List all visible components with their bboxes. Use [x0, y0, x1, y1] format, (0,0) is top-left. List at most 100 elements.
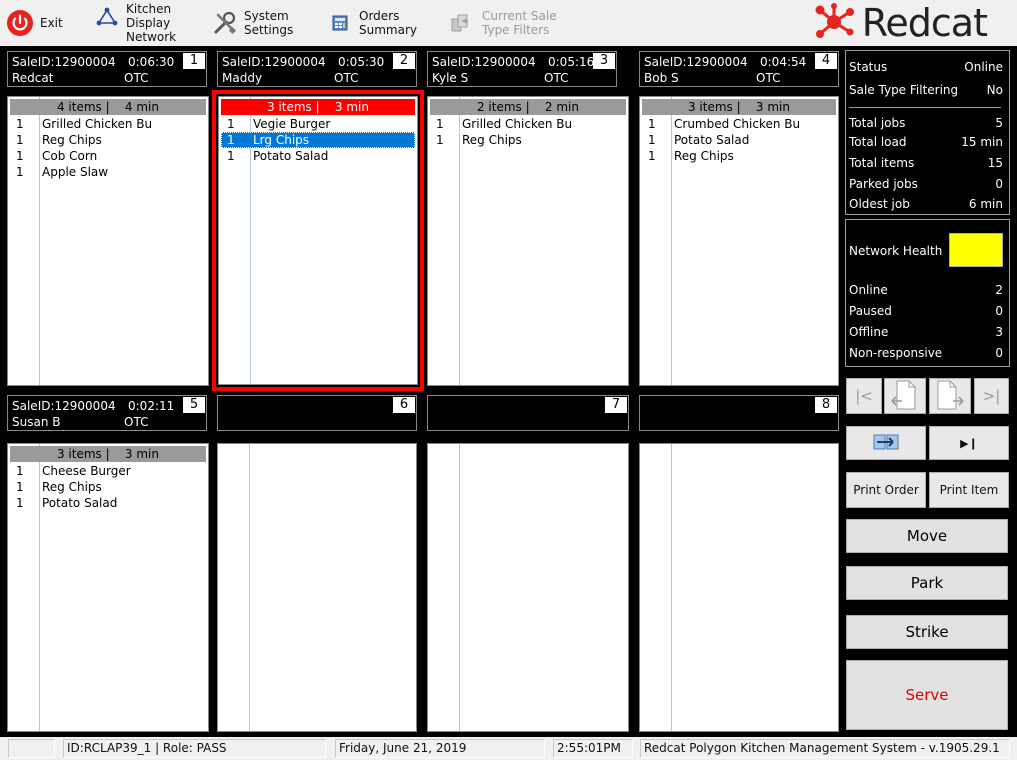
print-item-label: Print Item [939, 483, 999, 497]
item-name: Grilled Chicken Bu [462, 117, 573, 131]
park-label: Park [910, 574, 944, 592]
move-label: Move [906, 527, 948, 545]
parked-jobs-value: 0 [995, 177, 1003, 191]
order-item[interactable]: 1 Grilled Chicken Bu [430, 116, 626, 132]
network-panel: Network Health Online 2 Paused 0 Offline 3 … [845, 219, 1010, 367]
empty-slot-header[interactable]: 6 [217, 395, 417, 431]
total-jobs-value: 5 [995, 116, 1003, 130]
exit-button[interactable]: Exit [6, 0, 63, 46]
quantity-column-divider [671, 444, 672, 731]
order-item[interactable]: 1 Apple Slaw [10, 164, 206, 180]
order-summary-bar: 3 items | 3 min [10, 446, 206, 462]
first-page-button[interactable]: |< [846, 378, 882, 414]
item-quantity: 1 [16, 496, 24, 510]
statusbar-blank [8, 739, 55, 758]
skip-button[interactable]: ▶❙ [929, 426, 1009, 460]
item-name: Reg Chips [42, 480, 102, 494]
kdn-label-1: Kitchen [126, 2, 172, 16]
item-quantity: 1 [436, 117, 444, 131]
strike-button[interactable]: Strike [846, 615, 1008, 649]
kitchen-display-network-button[interactable]: Kitchen Display Network [96, 0, 176, 46]
order-item[interactable]: 1 Reg Chips [430, 132, 626, 148]
last-page-button[interactable]: >| [974, 378, 1009, 414]
filters-label-2: Type Filters [482, 23, 550, 37]
calculator-icon [331, 13, 351, 33]
next-page-button[interactable] [929, 378, 971, 414]
order-item[interactable]: 1 Lrg Chips [221, 132, 415, 148]
slot-number: 2 [393, 53, 415, 69]
order-item[interactable]: 1 Cheese Burger [10, 463, 206, 479]
page-back-icon [888, 379, 922, 414]
previous-page-button[interactable] [884, 378, 926, 414]
sale-type-filters-button[interactable]: Current Sale Type Filters [450, 0, 557, 46]
toolbar: Exit Kitchen Display Network System Sett… [0, 0, 1017, 46]
exit-label: Exit [40, 16, 63, 30]
order-ticket[interactable]: 3 items | 3 min 1 Crumbed Chicken Bu 1 Potat… [639, 96, 839, 386]
move-button[interactable]: Move [846, 519, 1008, 553]
summary-label-2: Summary [359, 23, 417, 37]
sale-type: OTC [124, 415, 149, 429]
print-item-button[interactable]: Print Item [929, 472, 1009, 508]
order-item[interactable]: 1 Potato Salad [642, 132, 836, 148]
order-item[interactable]: 1 Potato Salad [221, 148, 415, 164]
transfer-button[interactable] [846, 426, 926, 460]
slot-number: 6 [393, 397, 415, 413]
order-ticket[interactable]: 3 items | 3 min 1 Cheese Burger 1 Reg Chips 1… [7, 443, 209, 732]
sale-id: SaleID:12900004 [12, 55, 116, 69]
order-item[interactable]: 1 Reg Chips [642, 148, 836, 164]
order-header[interactable]: SaleID:12900004 0:05:16 Kyle S OTC 3 [427, 51, 617, 87]
item-quantity: 1 [648, 133, 656, 147]
order-ticket[interactable]: 3 items | 3 min 1 Vegie Burger 1 Lrg Chips 1 P… [218, 96, 418, 385]
orders-summary-button[interactable]: Orders Summary [331, 0, 417, 46]
park-button[interactable]: Park [846, 566, 1008, 600]
item-quantity: 1 [16, 133, 24, 147]
sale-id: SaleID:12900004 [644, 55, 748, 69]
order-item[interactable]: 1 Crumbed Chicken Bu [642, 116, 836, 132]
order-items: 1 Grilled Chicken Bu 1 Reg Chips 1 Cob Corn 1 A… [10, 116, 206, 180]
order-item[interactable]: 1 Reg Chips [10, 132, 206, 148]
settings-label-2: Settings [244, 23, 294, 37]
quantity-column-divider [249, 444, 250, 731]
order-item[interactable]: 1 Grilled Chicken Bu [10, 116, 206, 132]
order-item[interactable]: 1 Cob Corn [10, 148, 206, 164]
sale-type: OTC [544, 71, 569, 85]
order-header[interactable]: SaleID:12900004 0:04:54 Bob S OTC 4 [639, 51, 839, 87]
empty-slot-header[interactable]: 8 [639, 395, 839, 431]
print-order-label: Print Order [853, 483, 919, 497]
online-label: Online [849, 283, 888, 297]
order-summary-bar: 2 items | 2 min [430, 99, 626, 115]
print-order-button[interactable]: Print Order [846, 472, 926, 508]
order-ticket[interactable]: 4 items | 4 min 1 Grilled Chicken Bu 1 Reg C… [7, 96, 209, 386]
offline-label: Offline [849, 325, 889, 339]
quantity-column-divider [459, 444, 460, 731]
order-item[interactable]: 1 Reg Chips [10, 479, 206, 495]
item-name: Reg Chips [674, 149, 734, 163]
item-quantity: 1 [16, 464, 24, 478]
system-settings-button[interactable]: System Settings [212, 0, 293, 46]
kdn-label-2: Display [126, 16, 171, 30]
order-ticket[interactable]: 2 items | 2 min 1 Grilled Chicken Bu 1 Reg C… [427, 96, 629, 386]
empty-ticket[interactable] [427, 443, 629, 732]
order-header[interactable]: SaleID:12900004 0:06:30 Redcat OTC 1 [7, 51, 207, 87]
statusbar-product: Redcat Polygon Kitchen Management System… [640, 739, 1010, 758]
transfer-arrow-icon [873, 433, 899, 454]
summary-label-1: Orders [359, 9, 400, 23]
order-header[interactable]: SaleID:12900004 0:02:11 Susan B OTC 5 [7, 395, 207, 431]
serve-button[interactable]: Serve [846, 660, 1008, 730]
item-name: Cob Corn [42, 149, 98, 163]
slot-number: 5 [183, 397, 205, 413]
total-items-label: Total items [849, 156, 915, 170]
order-item[interactable]: 1 Potato Salad [10, 495, 206, 511]
item-quantity: 1 [648, 149, 656, 163]
nonresponsive-label: Non-responsive [849, 346, 943, 360]
order-item[interactable]: 1 Vegie Burger [221, 116, 415, 132]
empty-slot-header[interactable]: 7 [427, 395, 629, 431]
empty-ticket[interactable] [217, 443, 417, 732]
sale-type: OTC [124, 71, 149, 85]
item-quantity: 1 [227, 117, 235, 131]
network-health-indicator [949, 233, 1003, 267]
empty-ticket[interactable] [639, 443, 839, 732]
item-quantity: 1 [227, 133, 235, 147]
divider [849, 107, 1001, 108]
order-header[interactable]: SaleID:12900004 0:05:30 Maddy OTC 2 [217, 51, 417, 87]
